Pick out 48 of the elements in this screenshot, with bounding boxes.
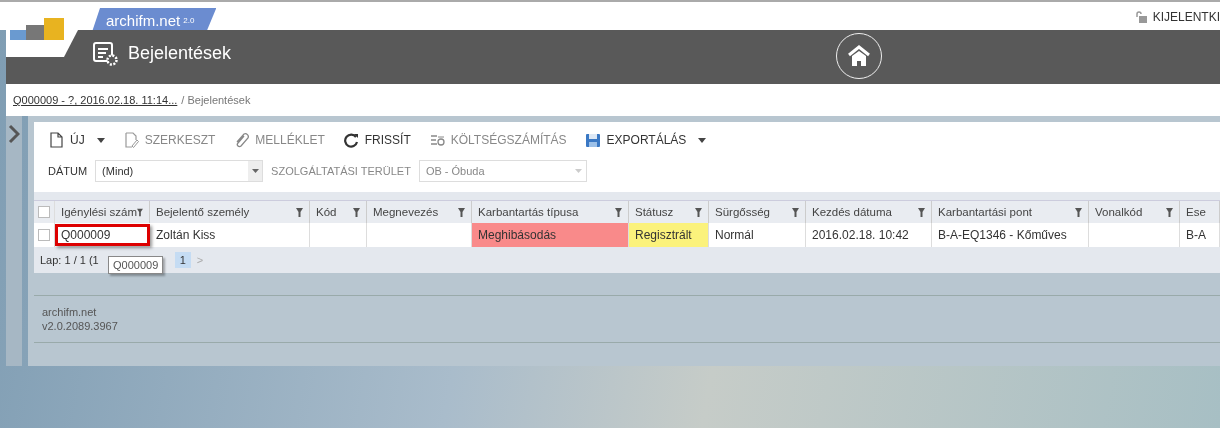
chevron-right-icon[interactable] [8,124,20,144]
caret-icon[interactable] [698,137,707,143]
caret-icon[interactable] [96,137,105,143]
logout-link[interactable]: KIJELENTKI [1152,10,1220,24]
filter-icon[interactable] [353,207,360,217]
table-cell: B-A-EQ1346 - Kőműves [932,223,1089,247]
filter-dropdown[interactable]: (Mind) [95,160,264,182]
table-cell: Regisztrált [629,223,709,247]
breadcrumb-link[interactable]: Q000009 - ?, 2016.02.18. 11:14... [13,94,178,106]
filter-icon[interactable] [458,207,465,217]
filter-icon[interactable] [695,207,702,217]
select-all-checkbox[interactable] [38,206,50,218]
toolbar-icon [342,132,359,148]
logo-icon [10,18,66,40]
table-cell: Q000009 [55,224,150,246]
toolbar-button[interactable]: ÚJ [48,132,105,148]
filter-icon[interactable] [918,207,925,217]
filter-icon[interactable] [296,207,303,217]
page-button[interactable]: 1 [174,252,191,268]
row-checkbox[interactable] [38,229,50,241]
filter-icon[interactable] [137,207,143,217]
home-icon [847,45,871,67]
page-title: Bejelentések [128,42,232,64]
lock-icon [1134,11,1147,23]
filter-icon[interactable] [1166,207,1173,217]
version-text: v2.0.2089.3967 [42,320,119,332]
breadcrumb-current: / Bejelentések [181,94,251,106]
list-gear-icon [92,40,118,66]
product-name: archifm.net [42,306,98,318]
table-cell: Zoltán Kiss [150,223,310,247]
toolbar-button[interactable]: EXPORTÁLÁS [584,132,707,148]
table-cell: Normál [709,223,806,247]
toolbar-icon [48,132,64,148]
table-cell: 2016.02.18. 10:42 [806,223,932,247]
filter-icon[interactable] [792,207,799,217]
table-cell: Meghibásodás [472,223,629,247]
toolbar-button[interactable]: FRISSÍT [342,132,411,148]
page-info: Lap: 1 / 1 (1 [40,254,99,266]
filter-label: DÁTUM [48,165,88,177]
toolbar-icon [122,132,139,148]
filter-icon[interactable] [615,207,622,217]
caret-icon[interactable] [251,169,259,173]
tooltip: Q000009 [108,256,164,274]
toolbar-icon [584,132,601,148]
filter-label: SZOLGÁLTATÁSI TERÜLET [271,165,411,177]
toolbar-icon [428,132,445,148]
filter-icon[interactable] [1075,207,1082,217]
table-cell: B-A [1180,223,1220,247]
